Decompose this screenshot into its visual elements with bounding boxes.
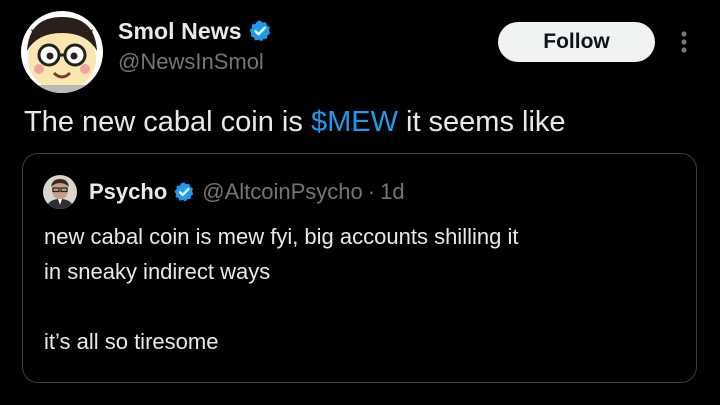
profile-photo-icon[interactable] bbox=[43, 175, 77, 209]
verified-badge-icon[interactable] bbox=[248, 19, 272, 43]
more-vertical-icon[interactable] bbox=[673, 28, 695, 56]
quoted-tweet-time[interactable]: 1d bbox=[380, 179, 404, 205]
separator-dot: · bbox=[367, 179, 376, 204]
tweet-text-after: it seems like bbox=[397, 106, 566, 138]
quoted-author-name[interactable]: Psycho bbox=[89, 179, 167, 205]
author-display-name[interactable]: Smol News bbox=[118, 18, 242, 45]
cartoon-avatar-icon[interactable] bbox=[21, 11, 103, 93]
quoted-tweet-body: new cabal coin is mew fyi, big accounts … bbox=[44, 219, 674, 359]
quoted-author-handle[interactable]: @AltcoinPsycho bbox=[202, 179, 363, 205]
author-handle[interactable]: @NewsInSmol bbox=[118, 49, 264, 75]
quoted-tweet-header: Psycho @AltcoinPsycho · 1d bbox=[89, 176, 405, 208]
tweet-text-before: The new cabal coin is bbox=[24, 106, 311, 138]
quoted-tweet-line: in sneaky indirect ways bbox=[44, 259, 271, 284]
quoted-tweet-line: it’s all so tiresome bbox=[44, 329, 219, 354]
quoted-tweet-card[interactable]: Psycho @AltcoinPsycho · 1d new cabal coi… bbox=[22, 153, 697, 383]
author-name-row: Smol News bbox=[118, 16, 272, 46]
verified-badge-icon[interactable] bbox=[173, 181, 195, 203]
quoted-tweet-line: new cabal coin is mew fyi, big accounts … bbox=[44, 224, 519, 249]
follow-button[interactable]: Follow bbox=[498, 22, 655, 62]
tweet-text: The new cabal coin is $MEW it seems like bbox=[24, 102, 566, 142]
cashtag-link[interactable]: $MEW bbox=[311, 106, 398, 138]
